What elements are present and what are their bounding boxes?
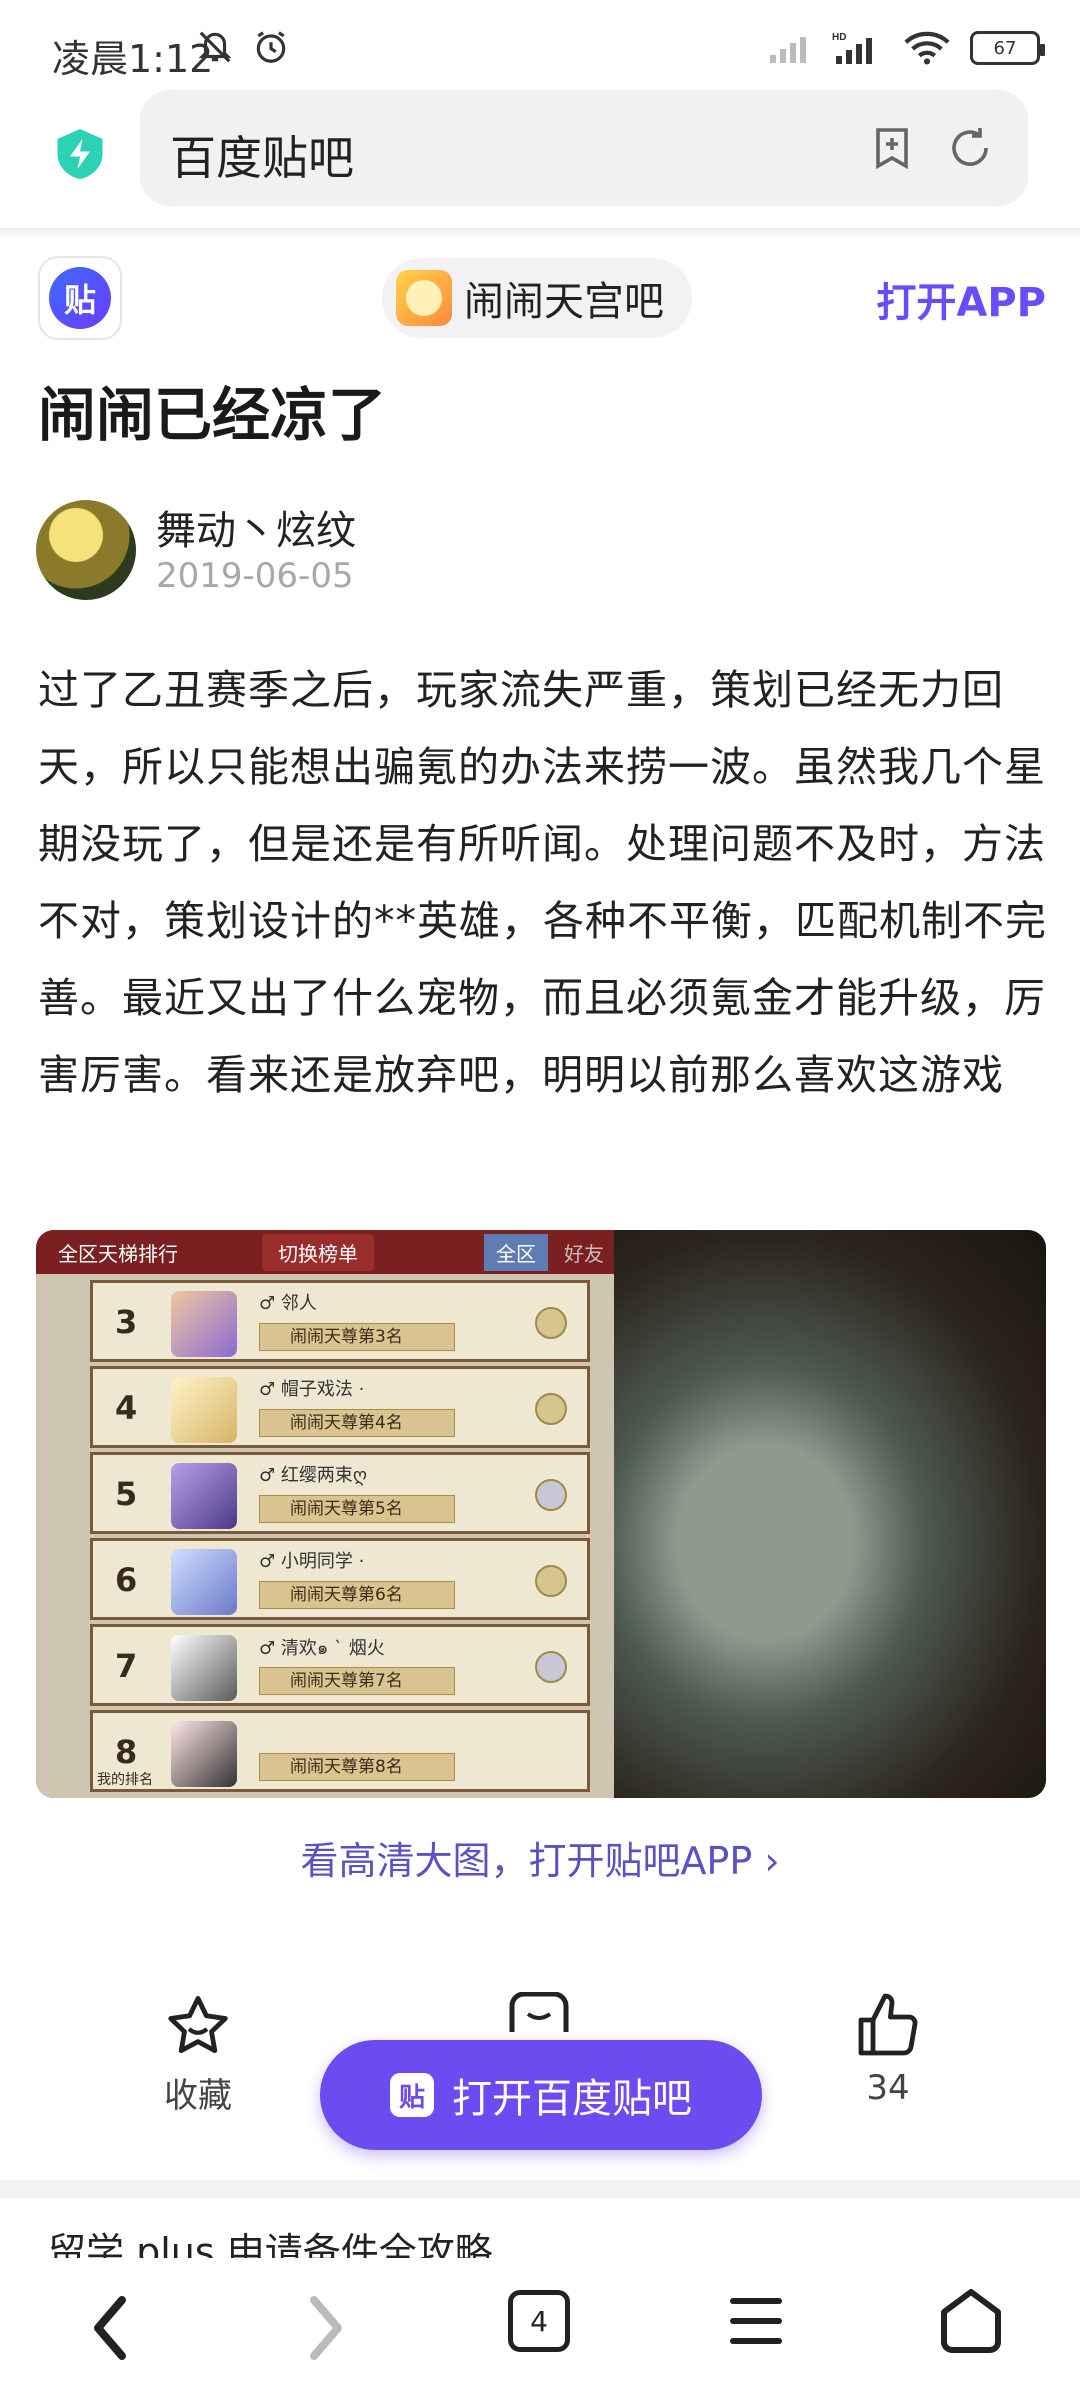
rank-badge-icon [535, 1307, 567, 1339]
battery-level: 67 [993, 37, 1017, 59]
rank-player-name: ♂ 清欢๑ ` 烟火 [259, 1638, 385, 1659]
rank-title: 闹闹天尊第7名 [259, 1667, 455, 1695]
forum-chip[interactable]: 闹闹天宫吧 [382, 258, 692, 338]
rank-badge-icon [535, 1393, 567, 1425]
ranking-switch: 切换榜单 [262, 1233, 374, 1271]
favorite-button[interactable]: 收藏 [158, 1990, 238, 2117]
ranking-title: 全区天梯排行 [58, 1241, 178, 1266]
ranking-row: 7 ♂ 清欢๑ ` 烟火 闹闹天尊第7名 [90, 1624, 590, 1706]
chevron-right-icon[interactable] [298, 2288, 354, 2368]
rank-avatar [171, 1377, 237, 1443]
rank-avatar [171, 1463, 237, 1529]
home-icon[interactable] [936, 2284, 1006, 2354]
ranking-row: 3 ♂ 邻人 闹闹天尊第3名 [90, 1280, 590, 1362]
wifi-icon [904, 31, 950, 65]
status-bar: 凌晨1:12 HD 67 [0, 0, 1080, 90]
ranking-row: 4 ♂ 帽子戏法 · 闹闹天尊第4名 [90, 1366, 590, 1448]
rank-number: 4 [115, 1389, 138, 1427]
author-avatar[interactable] [36, 500, 136, 600]
tieba-logo-mark: 贴 [49, 267, 111, 329]
rank-avatar [171, 1291, 237, 1357]
open-app-link[interactable]: 打开APP [876, 270, 1046, 328]
rank-title: 闹闹天尊第6名 [259, 1581, 455, 1609]
open-tieba-label: 打开百度贴吧 [452, 2076, 692, 2122]
comment-icon[interactable] [506, 1992, 572, 2032]
ranking-row: 6 ♂ 小明同学 · 闹闹天尊第6名 [90, 1538, 590, 1620]
menu-icon[interactable] [726, 2294, 786, 2348]
mute-bell-icon [198, 31, 232, 63]
svg-text:HD: HD [832, 32, 846, 43]
tabs-button[interactable]: 4 [508, 2290, 570, 2352]
browser-toolbar: 百度贴吧 [0, 90, 1080, 230]
battery-indicator: 67 [970, 31, 1045, 65]
url-text[interactable]: 百度贴吧 [170, 122, 354, 188]
rank-badge-icon [535, 1479, 567, 1511]
post-date: 2019-06-05 [156, 556, 354, 596]
rank-number: 8 [115, 1733, 138, 1771]
rank-badge-icon [535, 1651, 567, 1683]
forum-avatar [396, 270, 452, 326]
rank-number: 6 [115, 1561, 138, 1599]
my-rank-label: 我的排名 [97, 1772, 153, 1788]
ranking-friends: 好友 [564, 1241, 604, 1266]
star-icon [168, 1996, 228, 2053]
rank-avatar [171, 1549, 237, 1615]
status-time: 凌晨1:12 [52, 37, 214, 81]
url-field[interactable]: 百度贴吧 [140, 90, 1028, 206]
tieba-mini-logo: 贴 [390, 2073, 434, 2117]
ranking-topbar: 全区天梯排行 切换榜单 全区 好友 [36, 1230, 614, 1274]
rank-title: 闹闹天尊第3名 [259, 1323, 455, 1351]
section-divider [0, 2180, 1080, 2198]
next-section-title[interactable]: 留学 plus 申请备件全攻略 [48, 2222, 493, 2258]
view-hd-link[interactable]: 看高清大图，打开贴吧APP › [0, 1830, 1080, 1885]
forum-name: 闹闹天宫吧 [464, 279, 664, 325]
bookmark-add-icon[interactable] [868, 124, 916, 172]
tieba-logo[interactable]: 贴 [38, 256, 122, 340]
rank-avatar [171, 1635, 237, 1701]
status-left-icons [196, 28, 290, 66]
page: 凌晨1:12 HD 67 百度贴吧 贴 闹闹天宫吧 打开APP 闹闹已经凉了 舞… [0, 0, 1080, 2400]
post-image[interactable]: 全区天梯排行 切换榜单 全区 好友 3 ♂ 邻人 闹闹天尊第3名 4 ♂ 帽子戏… [36, 1230, 1046, 1798]
open-tieba-button[interactable]: 贴 打开百度贴吧 [320, 2040, 762, 2150]
rank-number: 5 [115, 1475, 138, 1513]
ranking-row-mine: 8 我的排名 闹闹天尊第8名 [90, 1710, 590, 1792]
status-right-icons: HD 67 [768, 30, 1045, 66]
chevron-left-icon[interactable] [82, 2288, 138, 2368]
rank-title: 闹闹天尊第5名 [259, 1495, 455, 1523]
refresh-icon[interactable] [946, 124, 994, 172]
favorite-label: 收藏 [164, 2076, 232, 2116]
rank-player-name: ♂ 红缨两束ღ [259, 1465, 368, 1486]
rank-number: 7 [115, 1647, 138, 1685]
rank-avatar [171, 1721, 237, 1787]
game-scene [614, 1230, 1046, 1798]
browser-bottom-nav: 4 [0, 2258, 1080, 2400]
ranking-row: 5 ♂ 红缨两束ღ 闹闹天尊第5名 [90, 1452, 590, 1534]
signal-weak-icon [770, 37, 806, 63]
rank-player-name: ♂ 小明同学 · [259, 1551, 365, 1572]
ranking-region: 全区 [484, 1233, 548, 1271]
thumbs-up-icon [858, 1993, 918, 2056]
author-name[interactable]: 舞动丶炫纹 [156, 498, 356, 556]
post-title: 闹闹已经凉了 [38, 381, 387, 449]
rank-player-name: ♂ 帽子戏法 · [259, 1379, 365, 1400]
rank-badge-icon [535, 1565, 567, 1597]
rank-number: 3 [115, 1303, 138, 1341]
alarm-icon [256, 31, 286, 63]
like-button[interactable]: 34 [848, 1990, 928, 2108]
shield-lightning-icon[interactable] [50, 124, 110, 184]
rank-title: 闹闹天尊第4名 [259, 1409, 455, 1437]
rank-title: 闹闹天尊第8名 [259, 1753, 455, 1781]
post-body: 过了乙丑赛季之后，玩家流失严重，策划已经无力回天，所以只能想出骗氪的办法来捞一波… [38, 666, 1047, 1099]
tab-count: 4 [530, 2304, 548, 2338]
like-count: 34 [866, 2068, 910, 2108]
ranking-panel: 全区天梯排行 切换榜单 全区 好友 3 ♂ 邻人 闹闹天尊第3名 4 ♂ 帽子戏… [36, 1230, 614, 1798]
rank-player-name: ♂ 邻人 [259, 1293, 317, 1314]
toolbar-divider [0, 228, 1080, 238]
ranking-list: 3 ♂ 邻人 闹闹天尊第3名 4 ♂ 帽子戏法 · 闹闹天尊第4名 5 ♂ 红缨… [90, 1280, 590, 1796]
signal-hd-icon: HD [832, 32, 872, 64]
